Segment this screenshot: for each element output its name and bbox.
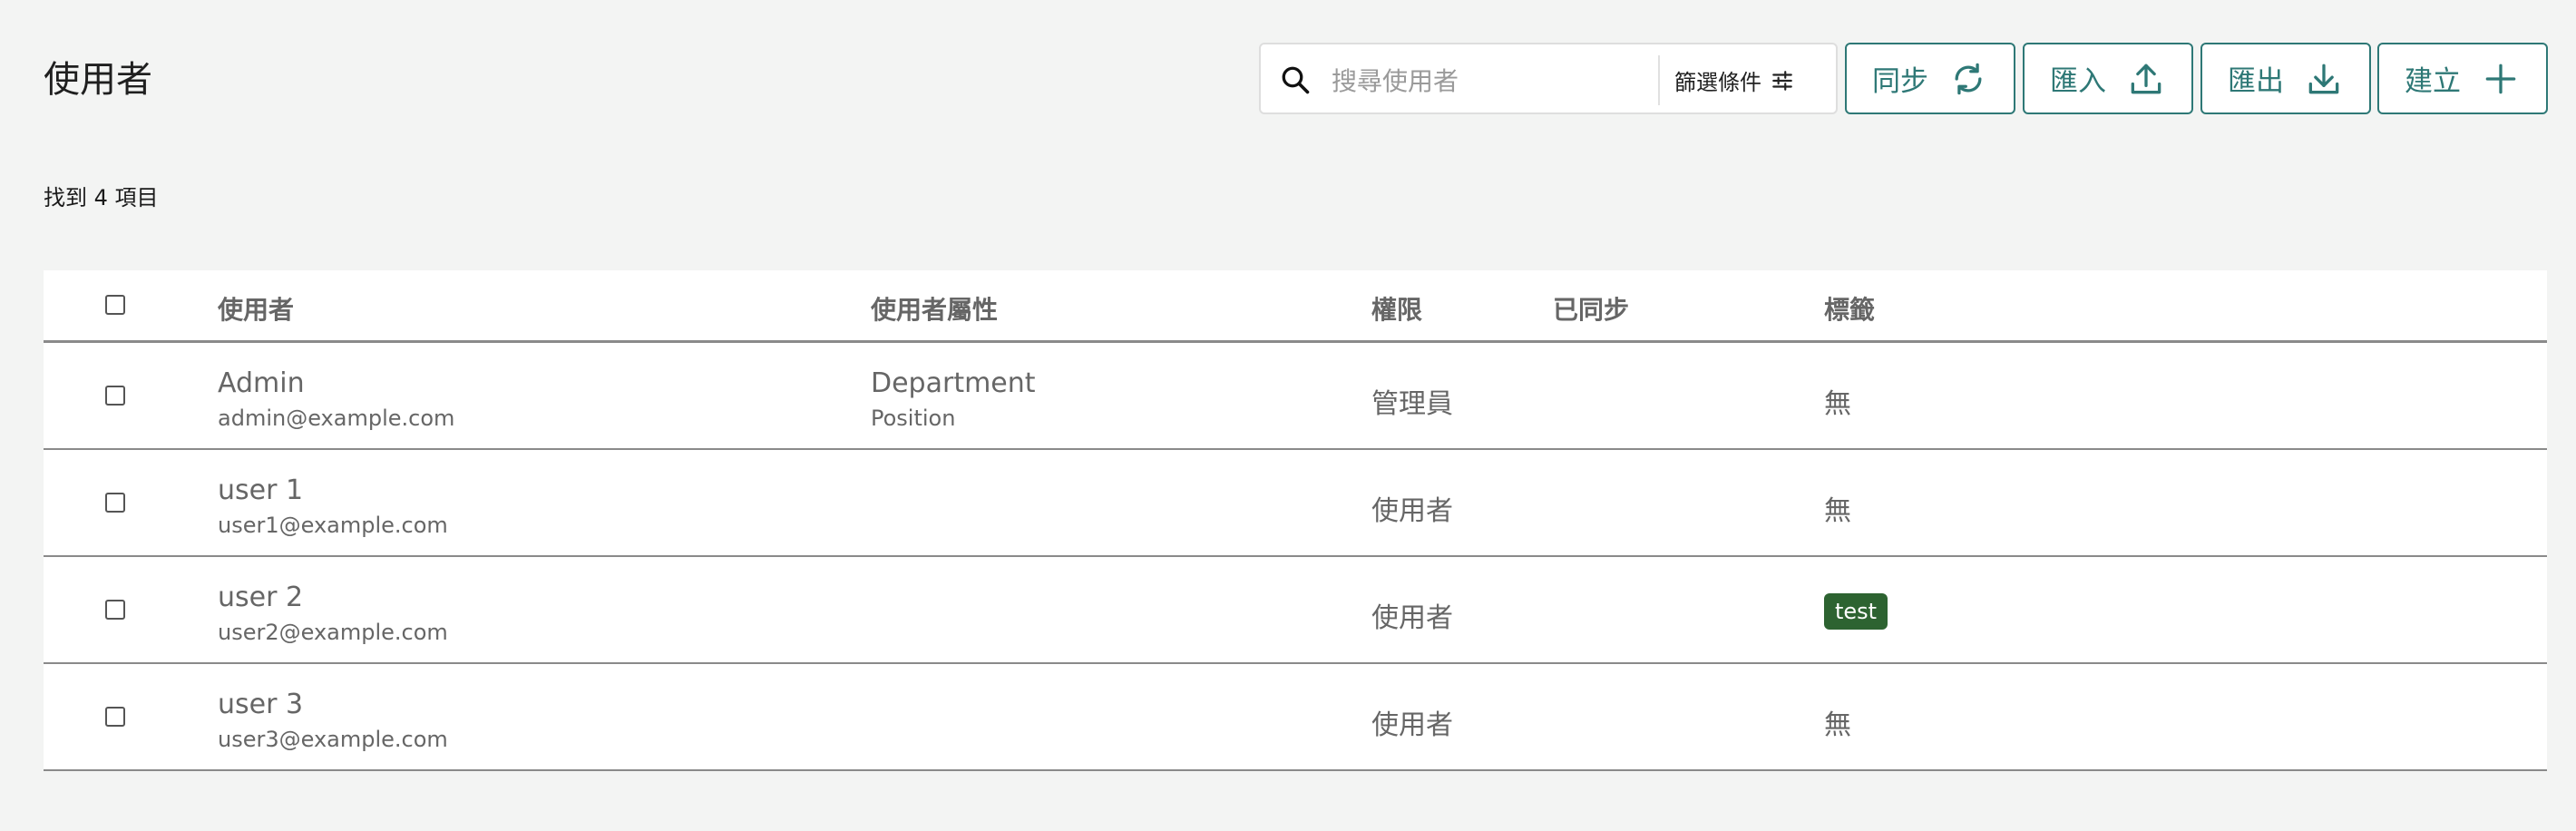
header-attributes[interactable]: 使用者屬性 xyxy=(871,290,998,327)
sliders-icon xyxy=(1772,70,1792,91)
search-icon xyxy=(1282,66,1310,94)
user-name[interactable]: user 2 xyxy=(218,582,303,613)
header-synced[interactable]: 已同步 xyxy=(1553,290,1629,327)
search-input[interactable] xyxy=(1330,57,1714,104)
search-divider xyxy=(1658,55,1660,105)
user-tags: 無 xyxy=(1824,388,1851,420)
header-role[interactable]: 權限 xyxy=(1371,290,1422,327)
table-header: 使用者 使用者屬性 權限 已同步 標籤 xyxy=(44,270,2547,343)
sync-button[interactable]: 同步 xyxy=(1845,43,2015,114)
user-role: 使用者 xyxy=(1371,709,1453,741)
user-tags: 無 xyxy=(1824,709,1851,741)
table-row[interactable]: user 1 user1@example.com 使用者 無 xyxy=(44,450,2547,557)
user-email: user1@example.com xyxy=(218,513,448,538)
user-name[interactable]: user 3 xyxy=(218,689,303,720)
create-label: 建立 xyxy=(2405,65,2461,98)
header-user[interactable]: 使用者 xyxy=(218,290,294,327)
download-icon xyxy=(2308,64,2339,93)
result-count: 找到 4 項目 xyxy=(44,185,159,210)
user-email: admin@example.com xyxy=(218,406,455,431)
user-role: 使用者 xyxy=(1371,495,1453,527)
select-all-checkbox[interactable] xyxy=(105,295,125,315)
row-checkbox[interactable] xyxy=(105,386,125,406)
user-name[interactable]: user 1 xyxy=(218,474,303,506)
user-role: 使用者 xyxy=(1371,602,1453,634)
create-button[interactable]: 建立 xyxy=(2377,43,2548,114)
filter-label: 篩選條件 xyxy=(1674,70,1761,95)
user-email: user2@example.com xyxy=(218,620,448,645)
user-tags: 無 xyxy=(1824,495,1851,527)
tag-badge[interactable]: test xyxy=(1824,593,1888,630)
import-button[interactable]: 匯入 xyxy=(2023,43,2193,114)
user-email: user3@example.com xyxy=(218,727,448,752)
user-attribute: Department xyxy=(871,367,1036,399)
plus-icon xyxy=(2485,64,2516,93)
search-box: 篩選條件 xyxy=(1259,43,1838,114)
upload-icon xyxy=(2131,64,2161,93)
import-label: 匯入 xyxy=(2050,65,2106,98)
sync-label: 同步 xyxy=(1872,65,1928,98)
page-title: 使用者 xyxy=(44,59,152,101)
table-row[interactable]: user 3 user3@example.com 使用者 無 xyxy=(44,664,2547,771)
header-tags[interactable]: 標籤 xyxy=(1824,290,1875,327)
export-label: 匯出 xyxy=(2228,65,2284,98)
row-checkbox[interactable] xyxy=(105,600,125,620)
export-button[interactable]: 匯出 xyxy=(2200,43,2371,114)
user-name[interactable]: Admin xyxy=(218,367,305,399)
table-row[interactable]: Admin admin@example.com Department Posit… xyxy=(44,343,2547,450)
user-role: 管理員 xyxy=(1371,388,1453,420)
filter-button[interactable]: 篩選條件 xyxy=(1674,55,1829,105)
table-row[interactable]: user 2 user2@example.com 使用者 test xyxy=(44,557,2547,664)
sync-icon xyxy=(1955,63,1982,94)
row-checkbox[interactable] xyxy=(105,493,125,513)
user-attribute-sub: Position xyxy=(871,406,956,431)
row-checkbox[interactable] xyxy=(105,707,125,727)
users-table: 使用者 使用者屬性 權限 已同步 標籤 Admin admin@example.… xyxy=(44,270,2547,771)
